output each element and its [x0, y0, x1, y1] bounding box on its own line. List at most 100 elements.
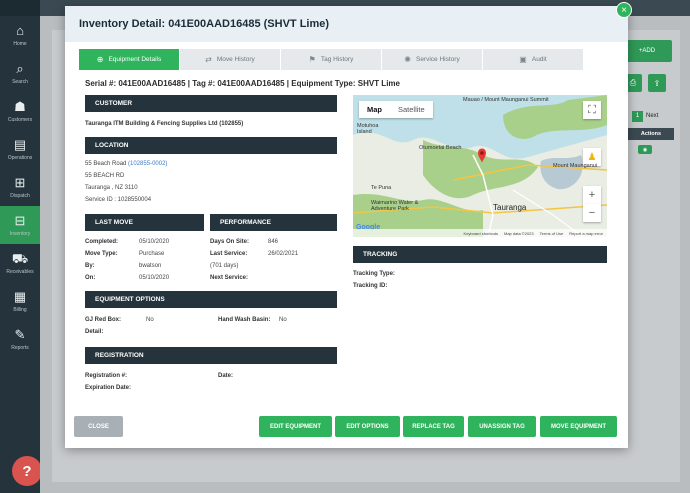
- registration-date-label: Date:: [218, 373, 234, 379]
- nav-label: Home: [13, 40, 27, 47]
- last-move-value: Purchase: [139, 251, 165, 257]
- unassign-tag-button[interactable]: UNASSIGN TAG: [468, 416, 536, 437]
- service-id: Service ID : 1028550004: [85, 197, 152, 203]
- background-pagination: 1 Next: [632, 111, 658, 122]
- map-place-label: Mauao / Mount Maunganui Summit: [463, 97, 549, 103]
- performance-value: 26/02/2021: [268, 251, 299, 257]
- map-place-label: Te Puna: [371, 185, 392, 191]
- hand-wash-value: No: [279, 317, 287, 323]
- gj-red-box-label: GJ Red Box:: [85, 317, 122, 323]
- dispatch-icon: ⊞: [14, 174, 26, 190]
- last-move-value: bwatson: [139, 263, 162, 269]
- fullscreen-icon[interactable]: ⛶: [583, 101, 601, 119]
- satellite-button[interactable]: Satellite: [390, 101, 433, 118]
- tab-label: Move History: [216, 56, 255, 63]
- nav-customers[interactable]: ☗ Customers: [0, 92, 40, 130]
- map-footer-text: Map data ©2023: [504, 230, 534, 236]
- nav-receivables[interactable]: ⛟ Receivables: [0, 244, 40, 282]
- billing-icon: ▦: [13, 288, 27, 304]
- page-number[interactable]: 1: [632, 111, 643, 122]
- tab-tag-history[interactable]: ⚑ Tag History: [281, 49, 381, 70]
- tab-equipment-details[interactable]: ⊕ Equipment Details: [79, 49, 179, 70]
- location-line1: 55 Beach Road (102855-0002): [85, 161, 167, 167]
- app-logo: [0, 0, 40, 16]
- performance-label: Last Service:: [210, 251, 248, 257]
- customer-heading: CUSTOMER: [85, 95, 337, 112]
- nav-inventory[interactable]: ⊟ Inventory: [0, 206, 40, 244]
- next-link[interactable]: Next: [646, 113, 658, 119]
- search-icon: ⌕: [16, 60, 24, 76]
- last-move-value: 05/10/2020: [139, 239, 170, 245]
- edit-equipment-button[interactable]: EDIT EQUIPMENT: [259, 416, 332, 437]
- edit-options-button[interactable]: EDIT OPTIONS: [335, 416, 400, 437]
- performance-label: Next Service:: [210, 275, 249, 281]
- map-button[interactable]: Map: [359, 101, 390, 118]
- location-line2: 55 BEACH RD: [85, 173, 125, 179]
- nav-label: Receivables: [6, 268, 34, 275]
- nav-billing[interactable]: ▦ Billing: [0, 282, 40, 320]
- tab-label: Service History: [415, 56, 460, 63]
- location-street: 55 Beach Road: [85, 161, 127, 167]
- expiration-date-label: Expiration Date:: [85, 385, 132, 391]
- app-sidebar: ⌂ Home ⌕ Search ☗ Customers ▤ Operations ⊞ Di…: [0, 0, 40, 493]
- registration-number-label: Registration #:: [85, 373, 128, 379]
- serial-summary: Serial #: 041E00AAD16485 | Tag #: 041E00…: [85, 79, 400, 88]
- zoom-in-button[interactable]: +: [583, 186, 601, 204]
- tab-move-history[interactable]: ⇄ Move History: [180, 49, 280, 70]
- location-map[interactable]: Map Satellite ⛶ ♟ + − Mauao / Mount Maun…: [353, 95, 607, 237]
- map-footer-link[interactable]: Terms of Use: [540, 231, 564, 236]
- move-equipment-button[interactable]: MOVE EQUIPMENT: [540, 416, 617, 437]
- detail-label: Detail:: [85, 329, 104, 335]
- inventory-icon: ⊟: [14, 212, 26, 228]
- tab-label: Equipment Details: [108, 56, 162, 63]
- nav-label: Customers: [7, 116, 33, 123]
- performance-heading: PERFORMANCE: [210, 214, 337, 231]
- nav-reports[interactable]: ✎ Reports: [0, 320, 40, 358]
- map-place-label: Mount Maunganui: [553, 163, 598, 169]
- performance-value: (701 days): [210, 263, 239, 269]
- modal-title: Inventory Detail: 041E00AAD16485 (SHVT L…: [79, 18, 330, 30]
- last-move-label: Move Type:: [85, 251, 118, 257]
- info-icon: ⊕: [96, 55, 104, 64]
- home-icon: ⌂: [16, 22, 24, 38]
- map-place-label: Motuhoa Island: [357, 123, 379, 135]
- nav-home[interactable]: ⌂ Home: [0, 16, 40, 54]
- tab-bar: ⊕ Equipment Details ⇄ Move History ⚑ Tag Hi…: [79, 49, 584, 70]
- background-view-icon[interactable]: ◉: [638, 145, 652, 154]
- last-move-label: By:: [85, 263, 95, 269]
- gj-red-box-value: No: [146, 317, 154, 323]
- close-icon[interactable]: ×: [616, 2, 632, 18]
- map-footer: Keyboard shortcuts Map data ©2023 Terms …: [353, 229, 607, 237]
- tracking-heading: TRACKING: [353, 246, 607, 263]
- background-add-button[interactable]: +ADD: [622, 40, 672, 62]
- location-id-link[interactable]: (102855-0002): [128, 161, 167, 167]
- customer-name: Tauranga ITM Building & Fencing Supplies…: [85, 121, 244, 127]
- help-button[interactable]: ?: [12, 456, 42, 486]
- last-move-label: Completed:: [85, 239, 118, 245]
- audit-icon: ▣: [519, 55, 527, 64]
- tag-icon: ⚑: [308, 55, 316, 64]
- map-place-label: Waimarino Water & Adventure Park: [371, 200, 419, 212]
- service-icon: ✺: [404, 55, 411, 64]
- map-footer-link[interactable]: Report a map error: [569, 231, 603, 236]
- nav-operations[interactable]: ▤ Operations: [0, 130, 40, 168]
- nav-label: Billing: [13, 306, 27, 313]
- location-line3: Tauranga , NZ 3110: [85, 185, 138, 191]
- nav-dispatch[interactable]: ⊞ Dispatch: [0, 168, 40, 206]
- nav-search[interactable]: ⌕ Search: [0, 54, 40, 92]
- performance-label: Days On Site:: [210, 239, 250, 245]
- map-type-toggle: Map Satellite: [359, 101, 433, 118]
- last-move-heading: LAST MOVE: [85, 214, 204, 231]
- reports-icon: ✎: [14, 326, 26, 342]
- tab-service-history[interactable]: ✺ Service History: [382, 49, 482, 70]
- move-icon: ⇄: [205, 55, 212, 64]
- map-footer-link[interactable]: Keyboard shortcuts: [464, 231, 498, 236]
- zoom-out-button[interactable]: −: [583, 204, 601, 222]
- modal-header: Inventory Detail: 041E00AAD16485 (SHVT L…: [65, 6, 628, 42]
- replace-tag-button[interactable]: REPLACE TAG: [403, 416, 464, 437]
- tracking-type-label: Tracking Type:: [353, 271, 395, 277]
- tab-audit[interactable]: ▣ Audit: [483, 49, 583, 70]
- background-upload-icon[interactable]: ⇪: [648, 74, 666, 92]
- nav-label: Operations: [7, 154, 33, 161]
- close-button[interactable]: CLOSE: [74, 416, 123, 437]
